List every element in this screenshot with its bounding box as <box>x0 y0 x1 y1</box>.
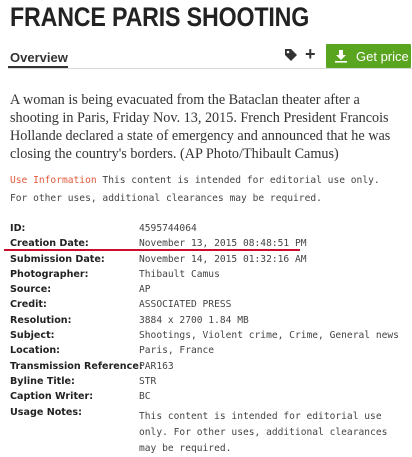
page-title: FRANCE PARIS SHOOTING <box>10 2 310 32</box>
metadata-label: Submission Date: <box>10 253 105 265</box>
metadata-value: 3884 x 2700 1.84 MB <box>139 314 249 326</box>
metadata-label: Credit: <box>10 299 47 311</box>
metadata-label: Byline Title: <box>10 375 75 387</box>
usage-notes-text: This content is intended for editorial u… <box>139 411 388 454</box>
metadata-row-resolution: Resolution: 3884 x 2700 1.84 MB <box>10 315 410 330</box>
get-price-button[interactable]: Get price <box>326 44 411 68</box>
metadata-label: Subject: <box>10 330 55 342</box>
metadata-label: Source: <box>10 284 52 296</box>
tab-overview[interactable]: Overview <box>10 50 68 65</box>
metadata-row-id: ID: 4595744064 <box>10 223 410 238</box>
metadata-label: Caption Writer: <box>10 391 94 403</box>
download-icon <box>335 50 347 63</box>
metadata-label: Resolution: <box>10 314 72 326</box>
metadata-row-subject: Subject: Shootings, Violent crime, Crime,… <box>10 330 410 345</box>
metadata-value: AP <box>139 284 151 296</box>
highlight-underline <box>4 249 300 251</box>
get-price-label: Get price <box>356 48 409 64</box>
metadata-label: Usage Notes: <box>10 406 82 418</box>
metadata-value: 4595744064 <box>139 223 197 234</box>
add-to-lightbox-icon[interactable]: + <box>305 44 316 65</box>
metadata-table: ID: 4595744064 Creation Date: November 13,… <box>10 223 410 422</box>
metadata-value: Paris, France <box>139 345 215 357</box>
metadata-row-transmission-reference: Transmission Reference: PAR163 <box>10 361 410 376</box>
metadata-row-credit: Credit: ASSOCIATED PRESS <box>10 299 410 314</box>
metadata-value: BC <box>139 391 151 403</box>
use-information-link[interactable]: Use Information <box>10 175 97 186</box>
metadata-value: November 13, 2015 08:48:51 PM <box>139 238 307 250</box>
metadata-value: Shootings, Violent crime, Crime, General… <box>139 330 399 342</box>
metadata-row-creation-date: Creation Date: November 13, 2015 08:48:51… <box>10 238 410 253</box>
metadata-row-source: Source: AP <box>10 284 410 299</box>
metadata-label: Transmission Reference: <box>10 360 143 372</box>
metadata-row-location: Location: Paris, France <box>10 345 410 360</box>
metadata-value: STR <box>139 375 157 387</box>
metadata-value: Thibault Camus <box>139 268 220 280</box>
tab-divider <box>8 68 412 69</box>
metadata-label: Photographer: <box>10 268 89 280</box>
metadata-value: PAR163 <box>139 360 174 372</box>
usage-information: Use Information This content is intended… <box>10 172 402 208</box>
metadata-value: November 14, 2015 01:32:16 AM <box>139 253 307 265</box>
metadata-value: ASSOCIATED PRESS <box>139 299 232 311</box>
metadata-label: Location: <box>10 345 60 357</box>
photo-caption: A woman is being evacuated from the Bata… <box>10 92 391 162</box>
tag-icon[interactable] <box>284 48 298 62</box>
metadata-row-byline-title: Byline Title: STR <box>10 376 410 391</box>
metadata-row-photographer: Photographer: Thibault Camus <box>10 269 410 284</box>
metadata-label: Creation Date: <box>10 238 89 250</box>
metadata-row-submission-date: Submission Date: November 14, 2015 01:32:… <box>10 254 410 269</box>
metadata-label: ID: <box>10 223 26 234</box>
metadata-row-caption-writer: Caption Writer: BC <box>10 391 410 406</box>
